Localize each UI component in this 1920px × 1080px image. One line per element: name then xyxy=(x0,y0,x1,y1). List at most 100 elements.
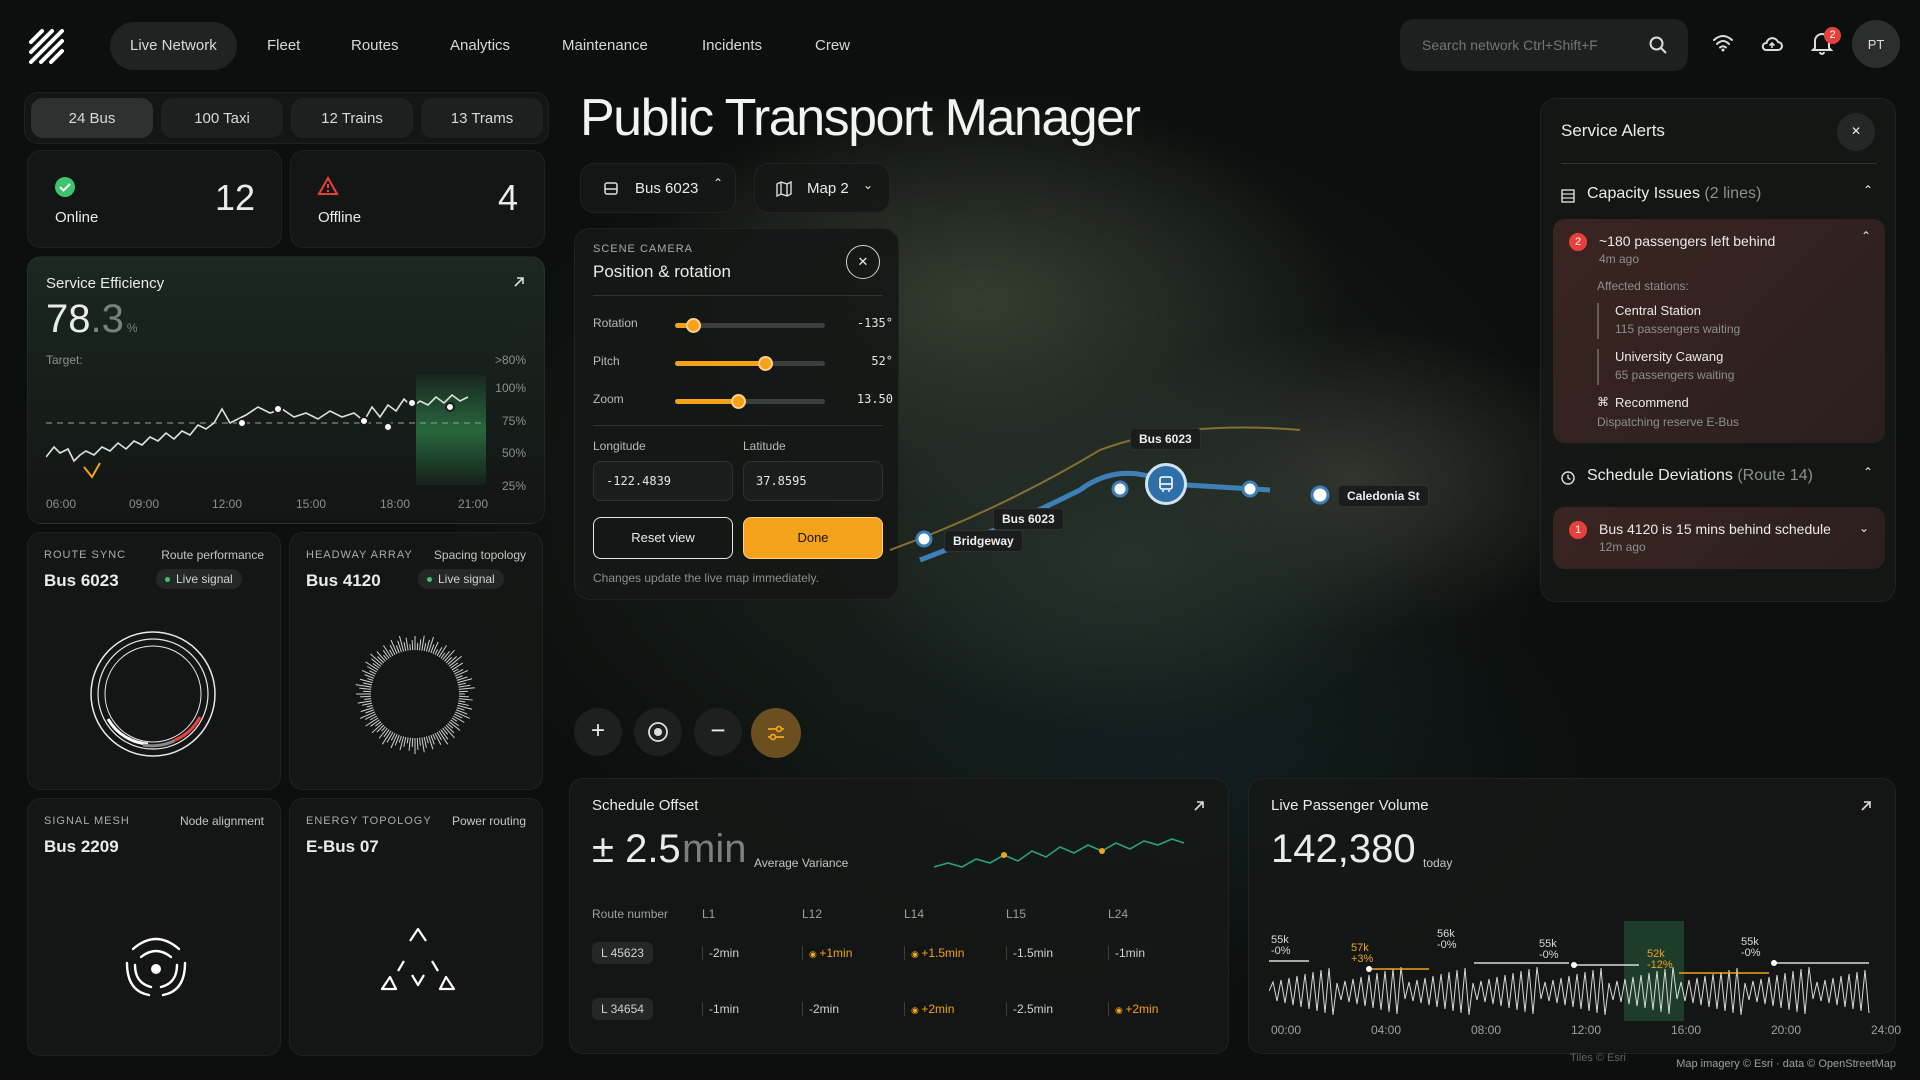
pitch-knob[interactable] xyxy=(758,356,773,371)
rotation-knob[interactable] xyxy=(686,318,701,333)
notifications-button[interactable]: 2 xyxy=(1810,27,1841,58)
efficiency-sparkline xyxy=(46,375,486,485)
zoom-slider[interactable]: Zoom 13.50 xyxy=(593,389,893,413)
zoom-out-button[interactable]: − xyxy=(694,708,742,756)
camera-close-button[interactable]: ✕ xyxy=(846,245,880,279)
live-signal-badge: Live signal xyxy=(418,569,504,589)
divider xyxy=(1597,303,1599,339)
tab-bus[interactable]: 24 Bus xyxy=(31,98,153,138)
card-subtitle: Node alignment xyxy=(179,814,264,828)
target-icon xyxy=(648,722,668,742)
zoom-track[interactable] xyxy=(675,394,825,409)
map-select[interactable]: Map 2 ⌄ xyxy=(754,163,890,213)
nav-live-network[interactable]: Live Network xyxy=(110,22,237,70)
x-tick: 18:00 xyxy=(380,497,411,511)
data-point xyxy=(1571,962,1577,968)
map-label-bus-top[interactable]: Bus 6023 xyxy=(1130,428,1201,450)
pitch-slider[interactable]: Pitch 52° xyxy=(593,351,893,375)
pitch-track[interactable] xyxy=(675,356,825,371)
table-row[interactable]: L 34654 -1min -2min +2min -2.5min +2min xyxy=(592,981,1208,1037)
nav-incidents[interactable]: Incidents xyxy=(682,22,782,70)
bus-map-marker[interactable] xyxy=(1145,463,1187,505)
radial-tick xyxy=(364,698,372,700)
energy-topology-card[interactable]: ENERGY TOPOLOGY Power routing E-Bus 07 xyxy=(289,798,543,1056)
online-count: 12 xyxy=(214,177,255,218)
cloud-sync-icon[interactable] xyxy=(1760,34,1784,54)
map-label-bus-bottom[interactable]: Bus 6023 xyxy=(993,508,1064,530)
tab-trains[interactable]: 12 Trains xyxy=(291,98,413,138)
zoom-knob[interactable] xyxy=(731,394,746,409)
done-button[interactable]: Done xyxy=(743,517,883,559)
tab-trams[interactable]: 13 Trams xyxy=(421,98,543,138)
app-logo[interactable] xyxy=(28,28,64,64)
radial-tick xyxy=(357,700,372,704)
nav-analytics[interactable]: Analytics xyxy=(430,22,530,70)
status-online-card[interactable]: Online 12 xyxy=(27,150,282,248)
zoom-in-button[interactable]: + xyxy=(574,708,622,756)
command-icon: ⌘ xyxy=(1597,395,1609,409)
radial-tick xyxy=(363,682,373,686)
expand-arrow-icon[interactable] xyxy=(1192,799,1206,813)
headway-radial-ticks xyxy=(355,635,475,754)
latitude-field[interactable] xyxy=(743,461,883,501)
offset-cell: -1min xyxy=(1108,946,1145,960)
vehicle-select[interactable]: Bus 6023 ⌃ xyxy=(580,163,736,213)
search-box[interactable] xyxy=(1400,19,1688,71)
map-select-value: Map 2 xyxy=(807,180,849,197)
radial-tick xyxy=(406,737,409,744)
wifi-icon[interactable] xyxy=(1712,34,1734,52)
expand-arrow-icon[interactable] xyxy=(1859,799,1873,813)
headway-array-card[interactable]: HEADWAY ARRAY Spacing topology Bus 4120 … xyxy=(289,532,543,790)
status-offline-card[interactable]: Offline 4 xyxy=(290,150,545,248)
zoom-label: Zoom xyxy=(593,392,624,406)
route-chip[interactable]: L 45623 xyxy=(592,942,653,964)
radial-tick xyxy=(377,656,385,664)
column-header: L24 xyxy=(1108,907,1129,921)
capacity-issues-header[interactable]: Capacity Issues (2 lines) ⌃ xyxy=(1561,183,1877,207)
table-row[interactable]: L 45623 -2min +1min +1.5min -1.5min -1mi… xyxy=(592,925,1208,981)
map-tiles-credit: Tiles © Esri xyxy=(1570,1052,1626,1064)
reset-view-button[interactable]: Reset view xyxy=(593,517,733,559)
rotation-track[interactable] xyxy=(675,318,825,333)
offset-unit: min xyxy=(682,827,747,871)
nav-fleet[interactable]: Fleet xyxy=(247,22,320,70)
longitude-field[interactable] xyxy=(593,461,733,501)
highlight-band xyxy=(1624,921,1684,1021)
recommend-detail: Dispatching reserve E-Bus xyxy=(1597,415,1740,429)
vehicle-select-value: Bus 6023 xyxy=(635,180,699,197)
capacity-title: Capacity Issues (2 lines) xyxy=(1587,185,1762,202)
schedule-deviations-header[interactable]: Schedule Deviations (Route 14) ⌃ xyxy=(1561,465,1877,489)
user-avatar[interactable]: PT xyxy=(1852,20,1900,68)
search-icon[interactable] xyxy=(1648,35,1668,55)
offset-cell: +1.5min xyxy=(904,946,964,960)
nav-maintenance[interactable]: Maintenance xyxy=(542,22,668,70)
warning-icon xyxy=(317,176,339,195)
station-name: Central Station xyxy=(1615,303,1701,318)
tab-taxi[interactable]: 100 Taxi xyxy=(161,98,283,138)
deviation-alert-item[interactable]: 1 Bus 4120 is 15 mins behind schedule 12… xyxy=(1553,507,1885,569)
alert-count-badge: 2 xyxy=(1569,233,1587,251)
rotation-slider[interactable]: Rotation -135° xyxy=(593,313,893,337)
radial-tick xyxy=(370,719,380,727)
capacity-alert-item[interactable]: 2 ~180 passengers left behind 4m ago ⌃ A… xyxy=(1553,219,1885,443)
radial-tick xyxy=(355,684,372,688)
x-tick: 21:00 xyxy=(458,497,489,511)
route-sync-card[interactable]: ROUTE SYNC Route performance Bus 6023 Li… xyxy=(27,532,281,790)
alerts-close-button[interactable]: ✕ xyxy=(1837,113,1875,151)
card-tag: ROUTE SYNC xyxy=(44,549,127,561)
annotation-delta: -12% xyxy=(1647,959,1673,971)
signal-mesh-card[interactable]: SIGNAL MESH Node alignment Bus 2209 xyxy=(27,798,281,1056)
expand-arrow-icon[interactable] xyxy=(512,275,526,289)
chevron-down-icon: ⌄ xyxy=(1858,521,1869,535)
search-input[interactable] xyxy=(1422,33,1642,57)
locate-button[interactable] xyxy=(634,708,682,756)
offset-caption: Average Variance xyxy=(754,856,849,870)
map-settings-button[interactable] xyxy=(751,708,801,758)
pitch-value: 52° xyxy=(871,354,893,368)
card-tag: SIGNAL MESH xyxy=(44,815,130,827)
route-chip[interactable]: L 34654 xyxy=(592,998,653,1020)
nav-routes[interactable]: Routes xyxy=(331,22,419,70)
column-header: L12 xyxy=(802,907,823,921)
sliders-icon xyxy=(768,725,784,741)
nav-crew[interactable]: Crew xyxy=(795,22,870,70)
